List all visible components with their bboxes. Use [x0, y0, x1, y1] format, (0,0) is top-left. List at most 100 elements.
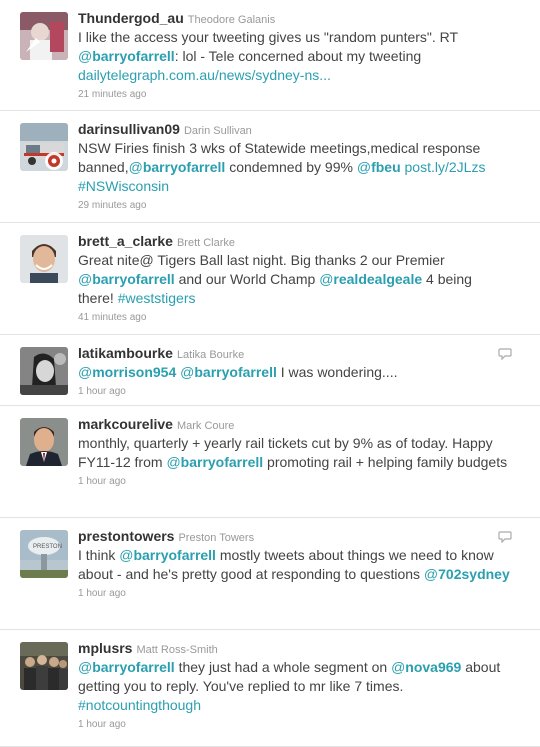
mention-username: barryofarrell: [92, 48, 175, 64]
tweet-text: @barryofarrell they just had a whole seg…: [78, 658, 530, 715]
mention-link[interactable]: @morrison954: [78, 364, 176, 380]
mention-at-sign: @: [78, 48, 93, 64]
avatar-photo-person-icon[interactable]: [20, 347, 68, 395]
mention-username: barryofarrell: [180, 454, 264, 470]
full-name: Latika Bourke: [176, 349, 245, 361]
tweet-text: NSW Firies finish 3 wks of Statewide mee…: [78, 139, 530, 196]
tweet-header: markcourelive Mark Coure: [78, 416, 530, 433]
tweet-timestamp-link[interactable]: 29 minutes ago: [78, 199, 530, 212]
full-name: Matt Ross-Smith: [136, 644, 218, 656]
tweet-item[interactable]: PRESTON prestontowers Preston Towers I thin…: [0, 518, 540, 630]
url-link[interactable]: post.ly/2JLzs: [405, 159, 486, 175]
avatar-fire-truck-icon[interactable]: [20, 123, 68, 171]
mention-at-sign: @: [119, 547, 134, 563]
tweet-item[interactable]: mplusrs Matt Ross-Smith @barryofarrell the…: [0, 630, 540, 747]
tweet-text: @morrison954 @barryofarrell I was wonder…: [78, 363, 530, 382]
hashtag-link[interactable]: #notcountingthough: [78, 697, 201, 713]
mention-link[interactable]: @barryofarrell: [180, 364, 277, 380]
mention-at-sign: @: [128, 159, 143, 175]
avatar-group-photo-icon[interactable]: [20, 642, 68, 690]
reply-icon[interactable]: [498, 347, 512, 361]
tweet-text-segment: and our World Champ: [174, 271, 320, 287]
mention-link[interactable]: @barryofarrell: [166, 454, 263, 470]
tweet-timestamp-link[interactable]: 1 hour ago: [78, 475, 530, 488]
mention-at-sign: @: [391, 659, 406, 675]
mention-at-sign: @: [319, 271, 334, 287]
tweet-text: I like the access your tweeting gives us…: [78, 28, 530, 85]
tweet-header: mplusrs Matt Ross-Smith: [78, 640, 530, 657]
mention-username: fbeu: [371, 159, 401, 175]
screen-name-link[interactable]: Thundergod_au: [78, 10, 184, 26]
avatar-photo-person-icon[interactable]: [20, 418, 68, 466]
tweet-header: Thundergod_au Theodore Galanis: [78, 10, 530, 27]
tweet-text: I think @barryofarrell mostly tweets abo…: [78, 546, 530, 584]
tweet-text-segment: I like the access your tweeting gives us…: [78, 29, 458, 45]
mention-username: barryofarrell: [194, 364, 277, 380]
screen-name-link[interactable]: prestontowers: [78, 528, 174, 544]
reply-icon[interactable]: [498, 530, 512, 544]
tweet-text-segment: : lol - Tele concerned about my tweeting: [174, 48, 422, 64]
tweet-text-segment: Great nite@ Tigers Ball last night. Big …: [78, 252, 445, 268]
tweet-item[interactable]: brett_a_clarke Brett Clarke Great nite@ Ti…: [0, 223, 540, 335]
screen-name-link[interactable]: mplusrs: [78, 640, 132, 656]
mention-link[interactable]: @702sydney: [424, 566, 510, 582]
tweet-timestamp-link[interactable]: 1 hour ago: [78, 587, 530, 600]
tweet-text-segment: they just had a whole segment on: [174, 659, 392, 675]
mention-at-sign: @: [166, 454, 181, 470]
screen-name-link[interactable]: markcourelive: [78, 416, 173, 432]
mention-username: barryofarrell: [142, 159, 226, 175]
full-name: Theodore Galanis: [187, 14, 276, 26]
mention-link[interactable]: @barryofarrell: [78, 659, 175, 675]
mention-link[interactable]: @fbeu: [357, 159, 401, 175]
mention-username: 702sydney: [438, 566, 510, 582]
mention-at-sign: @: [78, 364, 93, 380]
tweet-header: latikambourke Latika Bourke: [78, 345, 530, 362]
tweet-header: prestontowers Preston Towers: [78, 528, 530, 545]
tweet-timestamp-link[interactable]: 41 minutes ago: [78, 311, 530, 324]
tweet-timestamp-link[interactable]: 21 minutes ago: [78, 88, 530, 101]
screen-name-link[interactable]: darinsullivan09: [78, 121, 180, 137]
screen-name-link[interactable]: latikambourke: [78, 345, 173, 361]
tweet-header: darinsullivan09 Darin Sullivan: [78, 121, 530, 138]
tweet-timestamp-link[interactable]: 1 hour ago: [78, 718, 530, 731]
tweet-item[interactable]: markcourelive Mark Coure monthly, quarterl…: [0, 406, 540, 518]
mention-link[interactable]: @barryofarrell: [78, 271, 175, 287]
mention-at-sign: @: [78, 271, 93, 287]
mention-link[interactable]: @barryofarrell: [129, 159, 226, 175]
tweet-text: Great nite@ Tigers Ball last night. Big …: [78, 251, 530, 308]
mention-username: barryofarrell: [92, 271, 175, 287]
mention-username: barryofarrell: [133, 547, 216, 563]
tweet-text-segment: I think: [78, 547, 120, 563]
tweet-text-segment: condemned by 99%: [225, 159, 357, 175]
mention-link[interactable]: @realdealgeale: [319, 271, 422, 287]
tweet-item[interactable]: Thundergod_au Theodore Galanis I like the …: [0, 0, 540, 111]
screen-name-link[interactable]: brett_a_clarke: [78, 233, 173, 249]
mention-username: realdealgeale: [333, 271, 423, 287]
hashtag-link[interactable]: #weststigers: [118, 290, 196, 306]
svg-text:PRESTON: PRESTON: [33, 544, 62, 550]
mention-username: nova969: [405, 659, 462, 675]
full-name: Mark Coure: [176, 420, 235, 432]
avatar-water-tower-icon[interactable]: PRESTON: [20, 530, 68, 578]
tweet-item[interactable]: darinsullivan09 Darin Sullivan NSW Firies …: [0, 111, 540, 223]
mention-username: morrison954: [92, 364, 177, 380]
mention-at-sign: @: [180, 364, 195, 380]
hashtag-link[interactable]: #NSWisconsin: [78, 178, 169, 194]
full-name: Brett Clarke: [176, 237, 236, 249]
tweet-text-segment: promoting rail + helping family budgets: [263, 454, 508, 470]
avatar-photo-person-icon[interactable]: [20, 12, 68, 60]
tweet-feed: Thundergod_au Theodore Galanis I like the …: [0, 0, 540, 747]
full-name: Darin Sullivan: [183, 125, 252, 137]
mention-link[interactable]: @nova969: [391, 659, 461, 675]
tweet-header: brett_a_clarke Brett Clarke: [78, 233, 530, 250]
mention-at-sign: @: [78, 659, 93, 675]
mention-link[interactable]: @barryofarrell: [119, 547, 216, 563]
mention-link[interactable]: @barryofarrell: [78, 48, 175, 64]
avatar-photo-person-icon[interactable]: [20, 235, 68, 283]
tweet-timestamp-link[interactable]: 1 hour ago: [78, 385, 530, 398]
mention-at-sign: @: [423, 566, 439, 582]
tweet-text: monthly, quarterly + yearly rail tickets…: [78, 434, 530, 472]
url-link[interactable]: dailytelegraph.com.au/news/sydney-ns...: [78, 67, 331, 83]
tweet-item[interactable]: latikambourke Latika Bourke @morrison954 @…: [0, 335, 540, 406]
mention-username: barryofarrell: [92, 659, 175, 675]
